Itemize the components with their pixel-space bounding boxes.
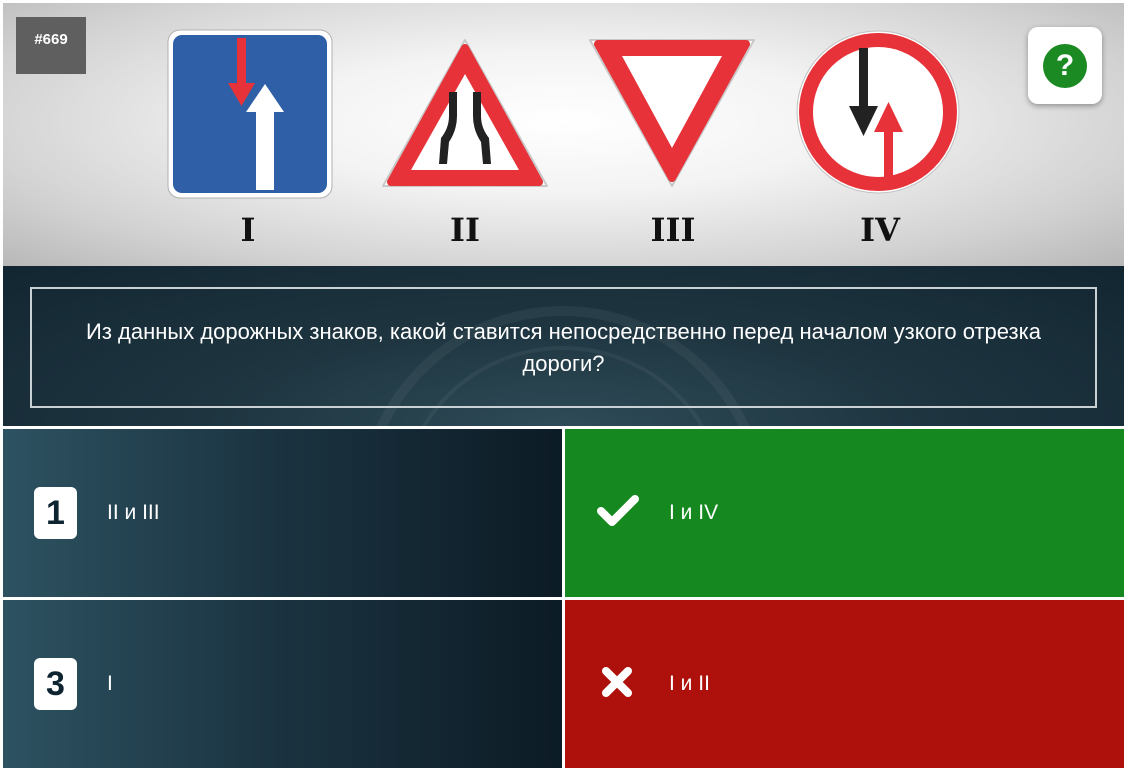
question-mark-icon: ? — [1043, 43, 1087, 88]
sign-numeral-1: I — [240, 211, 256, 249]
check-icon — [597, 494, 639, 533]
cross-icon — [601, 666, 633, 703]
yield-sign-icon — [586, 36, 758, 196]
answer-number-badge: 3 — [34, 658, 77, 710]
answer-option-1[interactable]: 1 II и III — [3, 429, 562, 597]
question-box: Из данных дорожных знаков, какой ставитс… — [30, 287, 1097, 408]
answer-option-4[interactable]: I и II — [565, 600, 1124, 768]
answer-text: I — [107, 672, 113, 695]
road-narrows-warning-sign-icon — [379, 36, 551, 196]
answer-text: I и II — [669, 672, 710, 695]
answer-text: II и III — [107, 501, 160, 524]
answer-number-badge: 1 — [34, 487, 77, 539]
sign-numeral-3: III — [650, 211, 696, 249]
sign-numeral-2: II — [450, 211, 480, 249]
answer-option-2[interactable]: I и IV — [565, 429, 1124, 597]
answer-option-3[interactable]: 3 I — [3, 600, 562, 768]
answer-text: I и IV — [669, 501, 719, 524]
question-image: #669 I II III IV ? — [3, 3, 1124, 266]
give-way-to-oncoming-traffic-sign-icon — [794, 28, 962, 201]
question-text: Из данных дорожных знаков, какой ставитс… — [86, 318, 1041, 376]
help-button[interactable]: ? — [1028, 27, 1102, 104]
question-panel: Из данных дорожных знаков, какой ставитс… — [3, 266, 1124, 426]
sign-numeral-4: IV — [860, 211, 900, 249]
question-number: #669 — [16, 17, 86, 74]
one-way-lane-priority-sign-icon — [166, 28, 334, 205]
